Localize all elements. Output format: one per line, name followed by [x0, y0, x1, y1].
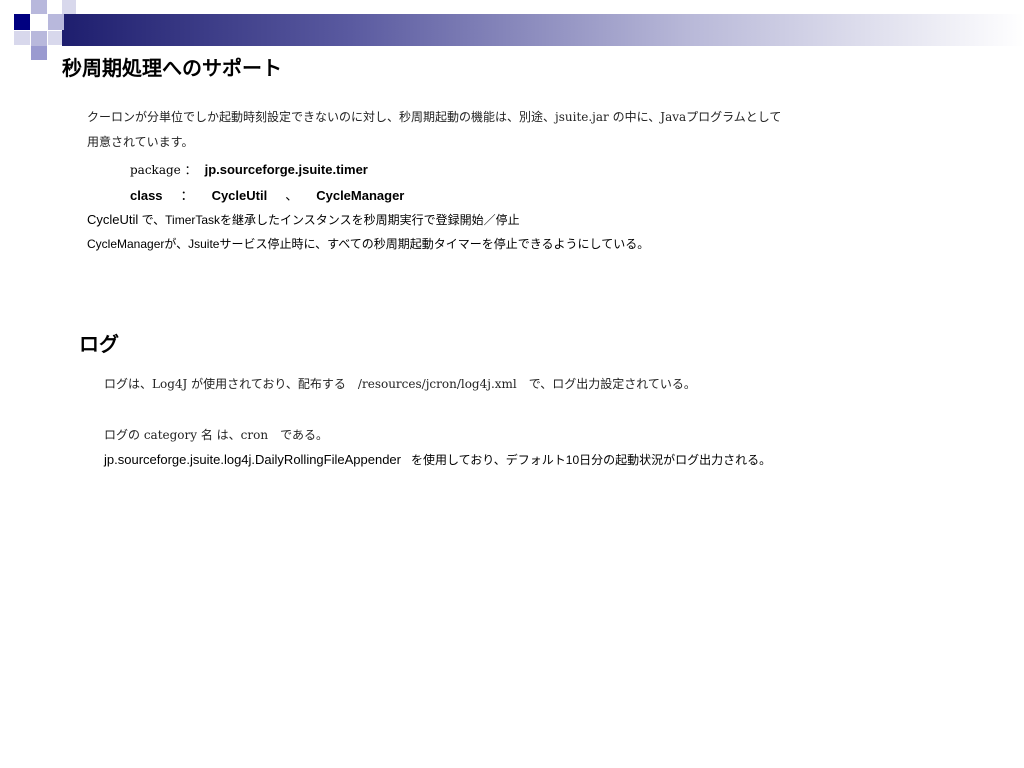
package-value: jp.sourceforge.jsuite.timer	[204, 162, 368, 177]
decor-square	[31, 0, 47, 14]
package-line: package ： jp.sourceforge.jsuite.timer	[130, 159, 368, 178]
class-cycleutil: CycleUtil	[211, 188, 268, 203]
intro-text-line-2: 用意されています。	[87, 135, 194, 149]
log-appender-line: jp.sourceforge.jsuite.log4j.DailyRolling…	[104, 451, 771, 468]
class-label: class	[130, 188, 163, 203]
decor-square	[48, 14, 64, 30]
log-text-line-1: ログは、Log4J が使用されており、配布する /resources/jcron…	[104, 377, 696, 391]
header-gradient-bar	[62, 14, 1024, 46]
appender-desc: を使用しており、デフォルト10日分の起動状況がログ出力される。	[411, 453, 772, 467]
slide-title: 秒周期処理へのサポート	[62, 56, 282, 80]
class-colon: ：	[180, 188, 194, 203]
decor-square	[62, 0, 76, 14]
appender-class: jp.sourceforge.jsuite.log4j.DailyRolling…	[104, 452, 401, 467]
decor-square	[48, 31, 62, 45]
log-text-line-2: ログの category 名 は、cron である。	[104, 428, 328, 442]
decor-square	[31, 31, 47, 47]
cycleutil-name: CycleUtil	[87, 212, 139, 227]
cycleutil-desc: で、TimerTaskを継承したインスタンスを秒周期実行で登録開始／停止	[138, 213, 520, 227]
decor-square	[14, 14, 30, 30]
decor-square	[31, 46, 47, 60]
class-cyclemanager: CycleManager	[316, 188, 405, 203]
class-line: class ： CycleUtil 、 CycleManager	[130, 185, 404, 204]
log-heading: ログ	[79, 332, 119, 356]
cycleutil-description: CycleUtil で、TimerTaskを継承したインスタンスを秒周期実行で登…	[87, 211, 520, 228]
package-label: package ：	[130, 163, 197, 177]
decor-square	[14, 31, 30, 45]
cyclemanager-description: CycleManagerが、Jsuiteサービス停止時に、すべての秒周期起動タイ…	[87, 237, 650, 251]
intro-text-line-1: クーロンが分単位でしか起動時刻設定できないのに対し、秒周期起動の機能は、別途、j…	[87, 110, 782, 124]
class-separator: 、	[285, 188, 299, 203]
